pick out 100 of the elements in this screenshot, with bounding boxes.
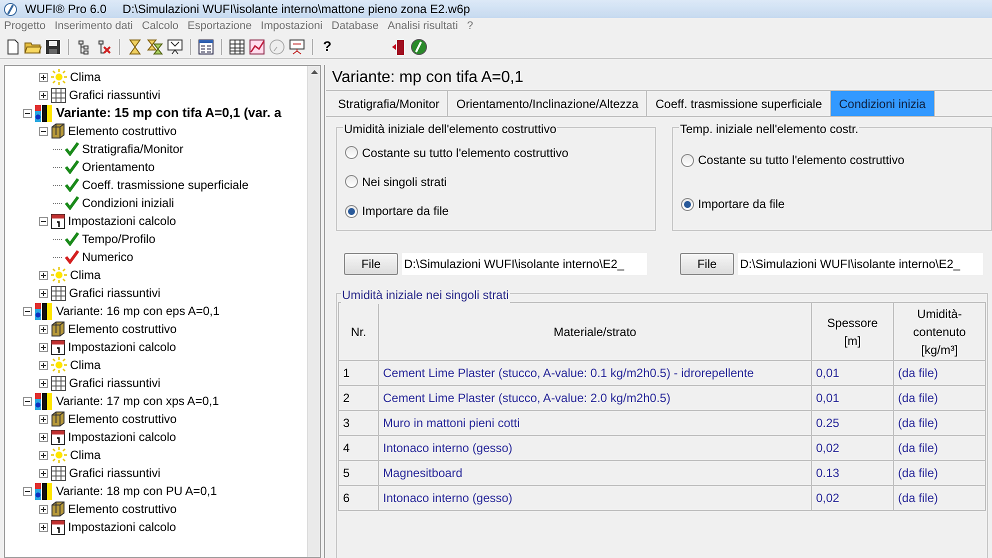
tree-item[interactable]: Impostazioni calcolo bbox=[68, 428, 176, 446]
expand-icon[interactable] bbox=[39, 90, 48, 100]
expand-icon[interactable] bbox=[39, 378, 48, 388]
expand-icon[interactable] bbox=[39, 522, 48, 532]
tree-item[interactable]: Impostazioni calcolo bbox=[68, 518, 176, 536]
radio-button[interactable] bbox=[345, 204, 358, 218]
tree-item[interactable]: Tempo/Profilo bbox=[82, 230, 156, 248]
expand-icon[interactable] bbox=[39, 468, 48, 478]
tree-item[interactable]: Elemento costruttivo bbox=[68, 410, 177, 428]
collapse-icon[interactable] bbox=[23, 108, 32, 118]
form-icon[interactable] bbox=[197, 38, 215, 56]
tree-item[interactable]: Numerico bbox=[82, 248, 134, 266]
tree-item[interactable]: Variante: 15 mp con tifa A=0,1 (var. a bbox=[56, 103, 282, 123]
tree-item[interactable]: Orientamento bbox=[82, 158, 155, 176]
tree-item[interactable]: Variante: 16 mp con eps A=0,1 bbox=[56, 302, 220, 320]
table-cell: Cement Lime Plaster (stucco, A-value: 0.1 kg/m2h0.5) - idrorepellente bbox=[378, 360, 812, 386]
file-button[interactable]: File bbox=[344, 253, 398, 275]
radio-button[interactable] bbox=[345, 175, 358, 188]
collapse-icon[interactable] bbox=[39, 216, 48, 226]
calendar-icon bbox=[51, 213, 65, 229]
expand-icon[interactable] bbox=[39, 342, 48, 352]
tab[interactable]: Condizioni inizia bbox=[831, 91, 935, 116]
tree-item[interactable]: Grafici riassuntivi bbox=[69, 464, 160, 482]
expand-icon[interactable] bbox=[39, 360, 48, 370]
expand-icon[interactable] bbox=[39, 324, 48, 334]
tree-item[interactable]: Variante: 18 mp con PU A=0,1 bbox=[56, 482, 217, 500]
chart-table-icon[interactable] bbox=[248, 38, 266, 56]
variant-icon bbox=[35, 104, 53, 122]
menu-item[interactable]: ? bbox=[466, 18, 474, 35]
collapse-icon[interactable] bbox=[23, 306, 32, 316]
menu-item[interactable]: Calcolo bbox=[142, 18, 179, 35]
table-cell: 0,01 bbox=[812, 360, 894, 386]
tree-item[interactable]: Coeff. trasmissione superficiale bbox=[82, 176, 249, 194]
menu-item[interactable]: Analisi risultati bbox=[388, 18, 458, 35]
table-cell: Intonaco interno (gesso) bbox=[378, 486, 812, 510]
double-hourglass-icon[interactable] bbox=[146, 38, 164, 56]
menu-item[interactable]: Progetto bbox=[4, 18, 46, 35]
expand-icon[interactable] bbox=[39, 288, 48, 298]
table-icon[interactable] bbox=[228, 38, 246, 56]
calendar-icon bbox=[51, 429, 65, 445]
tree-item[interactable]: Variante: 17 mp con xps A=0,1 bbox=[56, 392, 219, 410]
table-cell: 0,02 bbox=[812, 436, 894, 460]
menu-item[interactable]: Database bbox=[332, 18, 379, 35]
tree-item[interactable]: Clima bbox=[70, 446, 101, 464]
tree-item[interactable]: Clima bbox=[70, 68, 101, 86]
radio-label[interactable]: Costante su tutto l'elemento costruttivo bbox=[362, 144, 568, 162]
radio-label[interactable]: Importare da file bbox=[362, 202, 449, 220]
tree-item[interactable]: Clima bbox=[70, 356, 101, 374]
help-button[interactable]: ? bbox=[319, 36, 336, 57]
tree-item[interactable]: Elemento costruttivo bbox=[68, 320, 177, 338]
menu-item[interactable]: Esportazione bbox=[188, 18, 252, 35]
file-button[interactable]: File bbox=[680, 253, 734, 275]
menu-item[interactable]: Inserimento dati bbox=[54, 18, 133, 35]
file-path-field[interactable]: D:\Simulazioni WUFI\isolante interno\E2_ bbox=[402, 253, 647, 275]
wall-icon bbox=[51, 321, 65, 337]
sun-icon bbox=[51, 357, 67, 373]
table-cell: 2 bbox=[338, 386, 378, 410]
wall-icon bbox=[51, 123, 65, 139]
tree-item[interactable]: Elemento costruttivo bbox=[68, 500, 177, 518]
tree-item[interactable]: Stratigrafia/Monitor bbox=[82, 140, 184, 158]
table-cell: 0.13 bbox=[812, 460, 894, 486]
collapse-icon[interactable] bbox=[23, 396, 32, 406]
table-cell: (da file) bbox=[894, 410, 986, 436]
expand-icon[interactable] bbox=[39, 270, 48, 280]
column-header: Nr. bbox=[338, 302, 378, 360]
table-cell: 5 bbox=[338, 460, 378, 486]
menu-item[interactable]: Impostazioni bbox=[260, 18, 323, 35]
scroll-up-icon[interactable] bbox=[310, 70, 318, 74]
tree-item[interactable]: Clima bbox=[70, 266, 101, 284]
tree-item[interactable]: Elemento costruttivo bbox=[68, 122, 177, 140]
expand-icon[interactable] bbox=[39, 504, 48, 514]
expand-icon[interactable] bbox=[39, 432, 48, 442]
grid-icon bbox=[51, 376, 66, 390]
collapse-icon[interactable] bbox=[23, 486, 32, 496]
hourglass-icon[interactable] bbox=[126, 38, 144, 56]
radio-label[interactable]: Nei singoli strati bbox=[362, 172, 447, 191]
expand-icon[interactable] bbox=[39, 414, 48, 424]
tree-item[interactable]: Grafici riassuntivi bbox=[69, 284, 160, 302]
presentation-icon[interactable] bbox=[288, 38, 306, 56]
scrollbar[interactable] bbox=[307, 66, 320, 557]
tree-item[interactable]: Grafici riassuntivi bbox=[69, 374, 160, 392]
radio-label[interactable]: Costante su tutto l'elemento costruttivo bbox=[698, 151, 904, 169]
save-icon[interactable] bbox=[44, 38, 62, 56]
collapse-icon[interactable] bbox=[39, 126, 48, 136]
radio-button[interactable] bbox=[345, 146, 358, 160]
grid-icon bbox=[51, 88, 66, 102]
tree-item[interactable]: Condizioni iniziali bbox=[82, 194, 174, 212]
variant-icon bbox=[35, 392, 53, 410]
tree-item[interactable]: Grafici riassuntivi bbox=[69, 86, 160, 104]
expand-icon[interactable] bbox=[39, 450, 48, 460]
radio-button[interactable] bbox=[681, 154, 694, 166]
table-cell: (da file) bbox=[894, 486, 986, 510]
file-path-field[interactable]: D:\Simulazioni WUFI\isolante interno\E2_ bbox=[738, 253, 983, 275]
radio-button[interactable] bbox=[681, 198, 694, 210]
sun-icon bbox=[51, 69, 67, 85]
column-header: Umidità- contenuto [kg/m³] bbox=[894, 302, 986, 360]
tree-item[interactable]: Impostazioni calcolo bbox=[68, 338, 176, 356]
expand-icon[interactable] bbox=[39, 72, 48, 82]
tree-item[interactable]: Impostazioni calcolo bbox=[68, 212, 176, 230]
radio-label[interactable]: Importare da file bbox=[698, 195, 785, 213]
